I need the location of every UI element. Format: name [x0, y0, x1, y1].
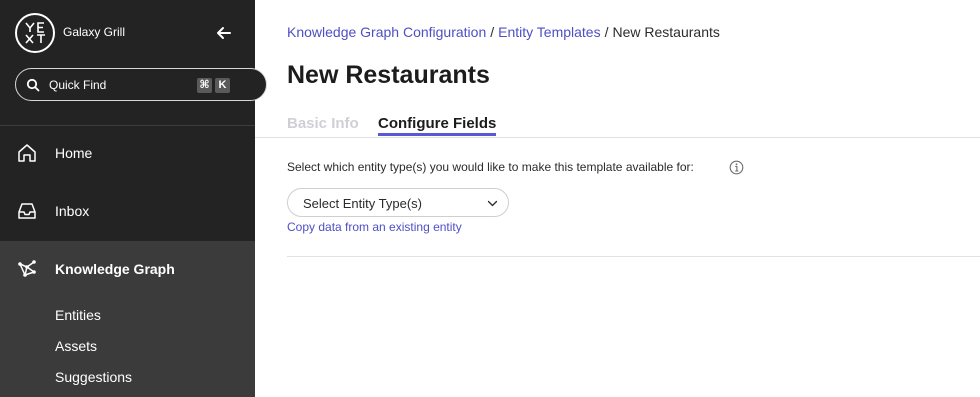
sidebar-subitem-entities[interactable]: Entities	[55, 307, 101, 323]
sidebar-subitem-suggestions[interactable]: Suggestions	[55, 369, 132, 385]
k-key-badge: K	[215, 78, 230, 93]
search-icon	[26, 78, 40, 92]
command-key-badge: ⌘	[197, 78, 212, 93]
yext-logo[interactable]	[15, 13, 55, 53]
quick-find-label: Quick Find	[49, 78, 107, 92]
breadcrumb-separator: /	[604, 24, 609, 40]
brand-row: Galaxy Grill	[0, 0, 255, 66]
tab-basic-info[interactable]: Basic Info	[287, 115, 359, 136]
knowledge-graph-icon	[18, 260, 36, 277]
account-name[interactable]: Galaxy Grill	[63, 25, 125, 39]
section-divider	[287, 256, 980, 257]
sidebar-item-inbox[interactable]: Inbox	[0, 183, 255, 241]
breadcrumb-link-entity-templates[interactable]: Entity Templates	[498, 24, 600, 40]
sidebar-item-label: Inbox	[55, 203, 90, 219]
breadcrumb: Knowledge Graph Configuration / Entity Tem…	[287, 24, 720, 40]
copy-from-existing-entity-link[interactable]: Copy data from an existing entity	[287, 220, 462, 234]
knowledge-graph-submenu: Entities Assets Suggestions	[0, 299, 255, 397]
sidebar-subitem-assets[interactable]: Assets	[55, 338, 97, 354]
breadcrumb-link-kg-configuration[interactable]: Knowledge Graph Configuration	[287, 24, 486, 40]
sidebar-item-label: Home	[55, 145, 93, 161]
sidebar: Galaxy Grill Quick Find ⌘ K Home Inbox K…	[0, 0, 267, 397]
inbox-icon	[18, 203, 36, 219]
sidebar-item-label: Knowledge Graph	[55, 261, 175, 277]
entity-type-select[interactable]: Select Entity Type(s)	[287, 188, 509, 217]
page-title: New Restaurants	[287, 61, 490, 89]
breadcrumb-separator: /	[490, 24, 495, 40]
sidebar-item-knowledge-graph[interactable]: Knowledge Graph	[0, 241, 255, 299]
tab-configure-fields[interactable]: Configure Fields	[378, 115, 497, 136]
quick-find-input[interactable]: Quick Find ⌘ K	[15, 68, 267, 101]
collapse-sidebar-arrow-icon[interactable]	[214, 23, 234, 43]
tabs-divider	[255, 137, 980, 138]
breadcrumb-current: New Restaurants	[612, 24, 720, 40]
home-icon	[18, 144, 36, 162]
sidebar-item-home[interactable]: Home	[0, 125, 255, 183]
entity-type-instruction: Select which entity type(s) you would li…	[287, 160, 694, 174]
main-content: Knowledge Graph Configuration / Entity Tem…	[255, 0, 980, 397]
chevron-down-icon	[487, 200, 498, 207]
entity-type-select-label: Select Entity Type(s)	[303, 196, 422, 211]
info-icon[interactable]	[729, 160, 744, 175]
